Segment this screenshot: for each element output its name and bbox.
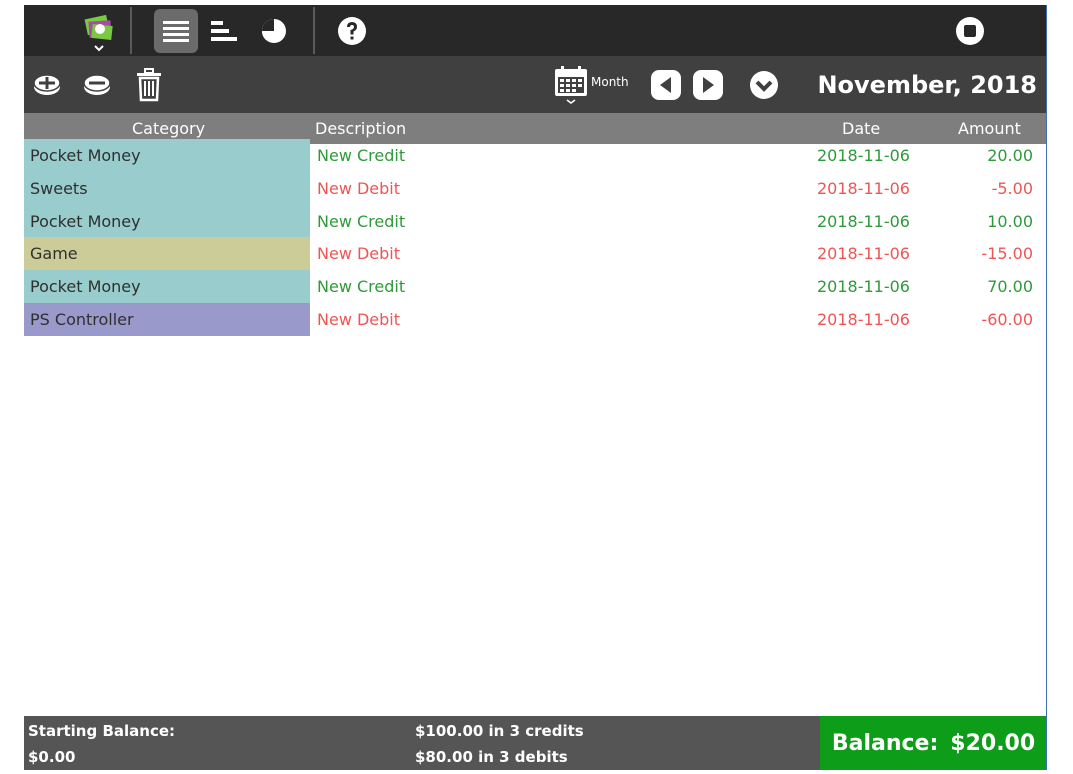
arrow-left-icon (651, 70, 681, 100)
description-cell: New Credit (317, 212, 406, 231)
description-cell: New Credit (317, 277, 406, 296)
list-view-button[interactable] (154, 9, 198, 53)
category-cell: Game (24, 237, 310, 270)
next-period-button[interactable] (690, 67, 726, 103)
summary-footer: Starting Balance: $0.00 $100.00 in 3 cre… (24, 716, 1047, 770)
main-toolbar (24, 5, 1047, 56)
previous-period-button[interactable] (648, 67, 684, 103)
category-cell: PS Controller (24, 303, 310, 336)
toolbar-separator (130, 7, 132, 54)
table-row[interactable]: Pocket Money New Credit 2018-11-06 20.00 (24, 139, 1047, 172)
dropdown-button[interactable] (746, 67, 782, 103)
money-app-icon[interactable] (80, 9, 120, 53)
column-header-amount[interactable]: Amount (958, 119, 1021, 138)
window-border (1046, 5, 1047, 770)
add-debit-button[interactable] (80, 68, 114, 102)
debits-summary: $80.00 in 3 debits (415, 748, 568, 766)
amount-cell: 10.00 (987, 212, 1033, 231)
amount-cell: -15.00 (981, 244, 1033, 263)
trash-icon (137, 68, 161, 102)
bar-chart-button[interactable] (206, 11, 242, 51)
category-cell: Pocket Money (24, 205, 310, 238)
description-cell: New Debit (317, 179, 401, 198)
add-credit-button[interactable] (30, 68, 64, 102)
category-cell: Pocket Money (24, 139, 310, 172)
stop-icon (956, 17, 984, 45)
app-window: Month November, 2018 Category Descriptio… (24, 5, 1047, 770)
help-icon (338, 17, 366, 45)
starting-balance-label: Starting Balance: (28, 722, 176, 740)
add-credit-icon (33, 74, 61, 95)
table-row[interactable]: Game New Debit 2018-11-06 -15.00 (24, 237, 1047, 270)
date-cell: 2018-11-06 (817, 244, 910, 263)
amount-cell: 20.00 (987, 146, 1033, 165)
balance-box: Balance: $20.00 (820, 716, 1047, 770)
current-period-title: November, 2018 (817, 71, 1037, 99)
bar-chart-icon (211, 21, 237, 41)
table-row[interactable]: PS Controller New Debit 2018-11-06 -60.0… (24, 303, 1047, 336)
table-row[interactable]: Pocket Money New Credit 2018-11-06 70.00 (24, 270, 1047, 303)
amount-cell: 70.00 (987, 277, 1033, 296)
column-header-category[interactable]: Category (132, 119, 205, 138)
date-cell: 2018-11-06 (817, 179, 910, 198)
arrow-right-icon (693, 70, 723, 100)
pie-chart-button[interactable] (256, 11, 292, 51)
date-cell: 2018-11-06 (817, 146, 910, 165)
credits-summary: $100.00 in 3 credits (415, 722, 584, 740)
pie-chart-icon (261, 19, 286, 43)
table-row[interactable]: Pocket Money New Credit 2018-11-06 10.00 (24, 205, 1047, 238)
description-cell: New Debit (317, 310, 401, 329)
balance-value: $20.00 (950, 730, 1036, 756)
table-row[interactable]: Sweets New Debit 2018-11-06 -5.00 (24, 172, 1047, 205)
date-cell: 2018-11-06 (817, 277, 910, 296)
chevron-down-icon (750, 71, 778, 99)
date-cell: 2018-11-06 (817, 310, 910, 329)
delete-button[interactable] (132, 66, 166, 104)
add-debit-icon (83, 74, 111, 95)
date-cell: 2018-11-06 (817, 212, 910, 231)
description-cell: New Debit (317, 244, 401, 263)
description-cell: New Credit (317, 146, 406, 165)
balance-label: Balance: (831, 730, 939, 756)
amount-cell: -60.00 (981, 310, 1033, 329)
toolbar-separator (313, 7, 315, 54)
category-cell: Sweets (24, 172, 310, 205)
list-view-icon (163, 21, 189, 42)
calendar-icon (555, 66, 587, 104)
column-header-description[interactable]: Description (315, 119, 406, 138)
period-selector[interactable] (552, 62, 590, 106)
period-label: Month (591, 75, 629, 89)
stop-button[interactable] (950, 11, 990, 51)
column-header-date[interactable]: Date (842, 119, 880, 138)
category-cell: Pocket Money (24, 270, 310, 303)
help-button[interactable] (332, 11, 372, 51)
starting-balance-value: $0.00 (28, 748, 76, 766)
amount-cell: -5.00 (991, 179, 1033, 198)
